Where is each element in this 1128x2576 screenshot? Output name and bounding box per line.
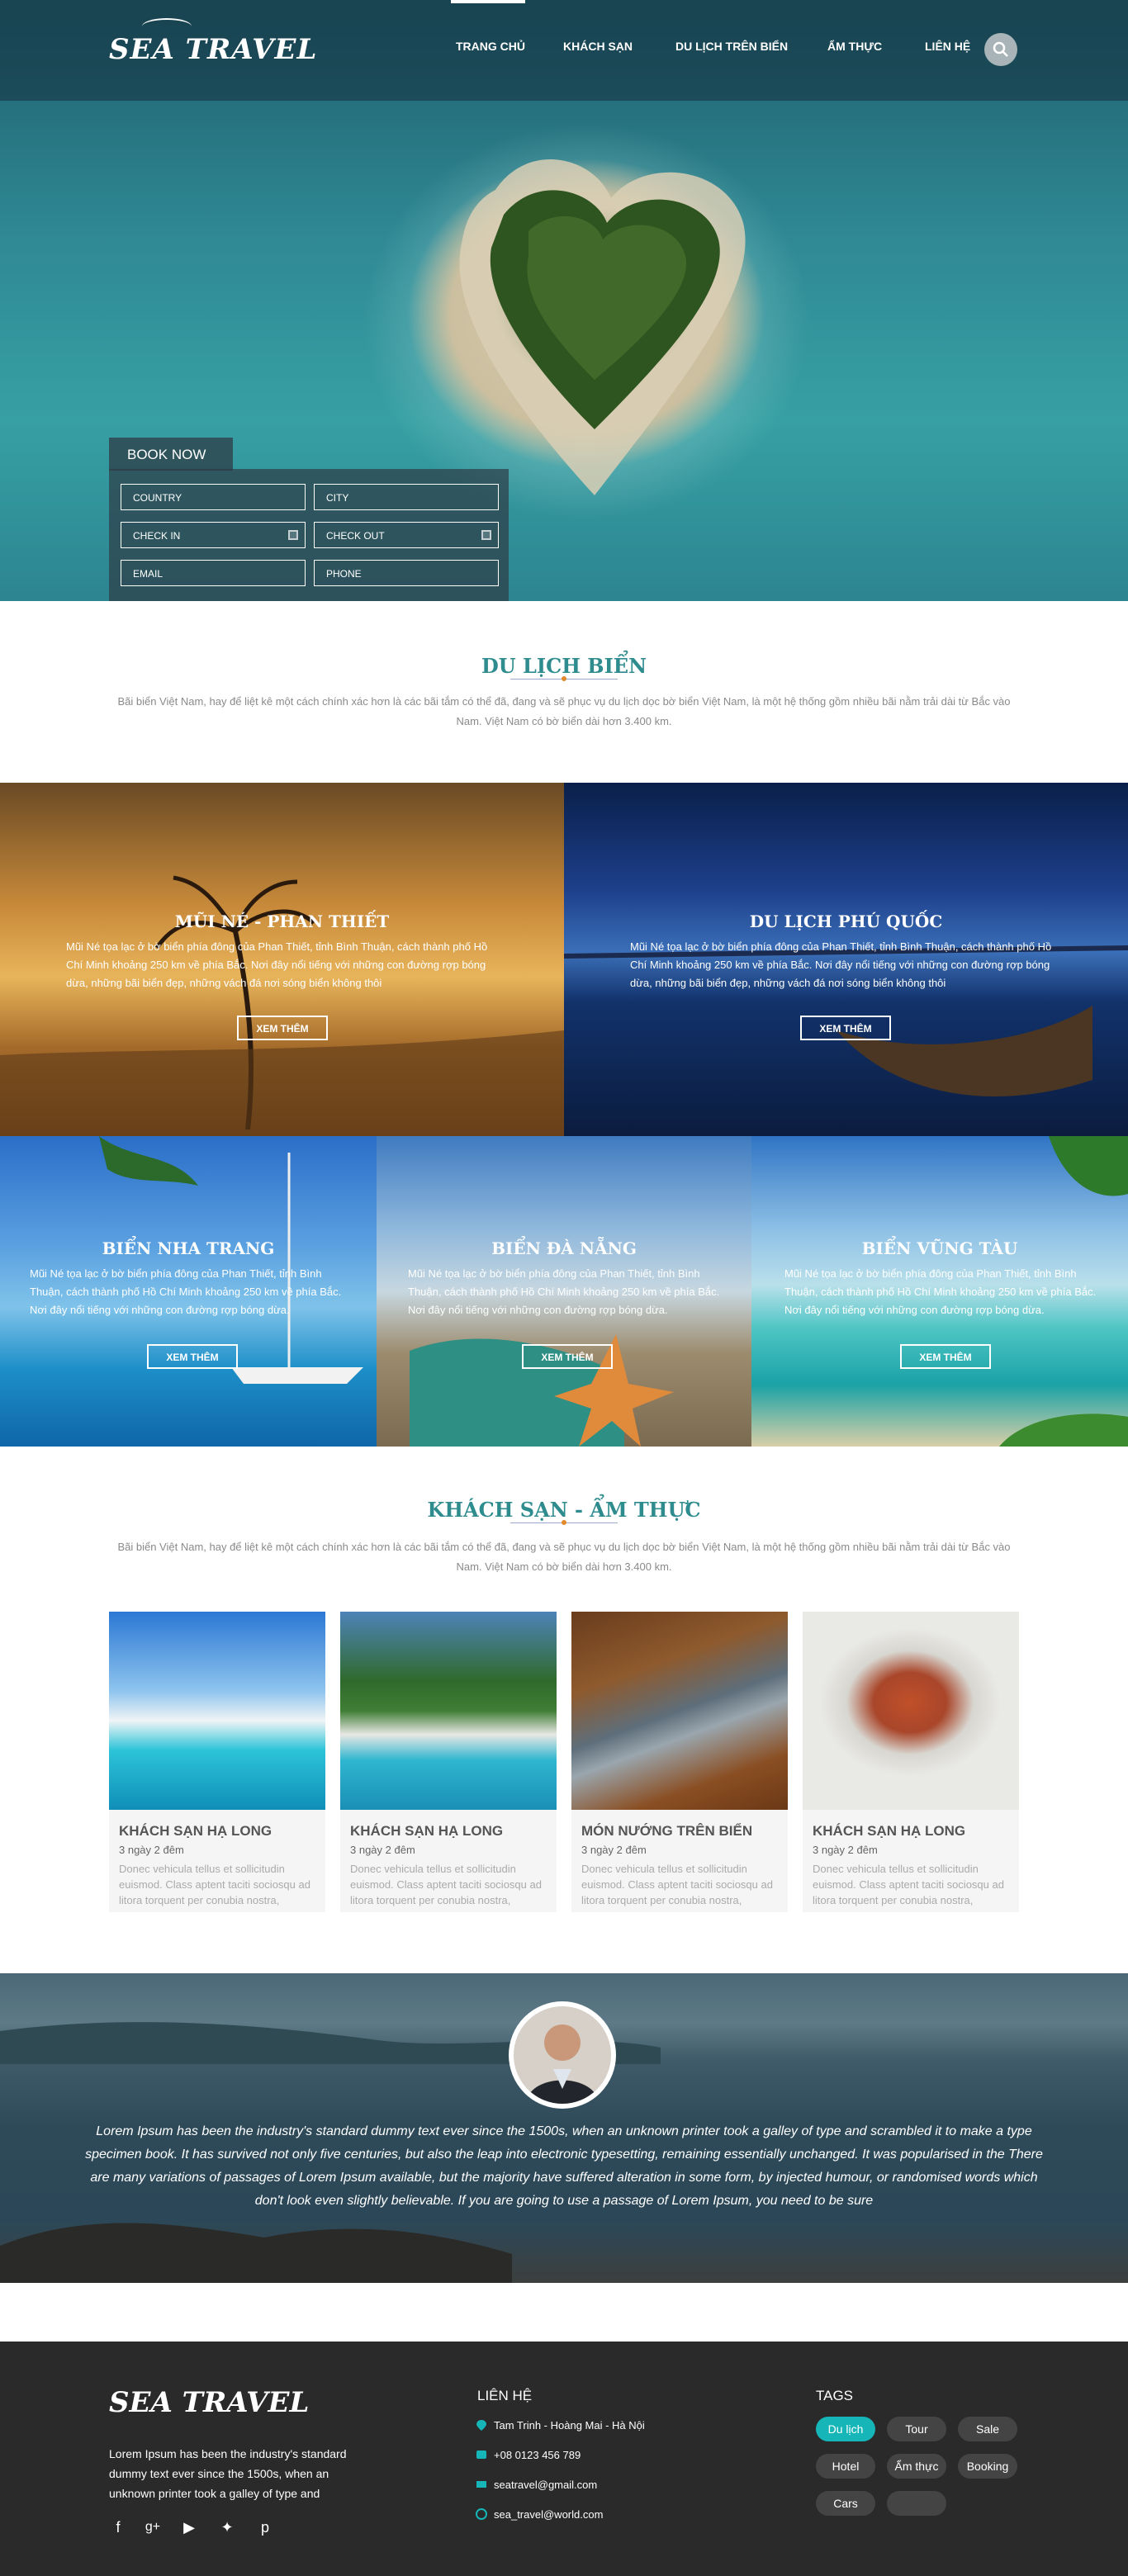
divider-dot — [562, 676, 566, 681]
tag-tour[interactable]: Tour — [887, 2417, 946, 2441]
contact-phone[interactable]: +08 0123 456 789 — [494, 2449, 581, 2461]
nav-item-sea-travel[interactable]: DU LỊCH TRÊN BIỂN — [675, 40, 788, 53]
card-title[interactable]: KHÁCH SẠN HẠ LONG — [813, 1823, 965, 1840]
globe-icon — [476, 2508, 487, 2520]
contact-address: Tam Trinh - Hoàng Mai - Hà Nội — [494, 2419, 645, 2432]
contact-web[interactable]: sea_travel@world.com — [494, 2508, 603, 2521]
hotels-section-desc: Bãi biển Việt Nam, hay để liệt kê một cá… — [117, 1541, 1011, 1573]
phone-field[interactable]: PHONE — [314, 560, 499, 586]
tag-du-lich[interactable]: Du lịch — [816, 2417, 875, 2441]
sea-section-desc: Bãi biển Việt Nam, hay để liệt kê một cá… — [117, 695, 1011, 727]
card-duration: 3 ngày 2 đêm — [813, 1844, 878, 1856]
country-field[interactable]: COUNTRY — [121, 484, 306, 510]
phone-icon — [476, 2451, 486, 2459]
card-text: Donec vehicula tellus et sollicitudin eu… — [350, 1863, 542, 1906]
person-photo — [525, 2024, 600, 2104]
tag-booking[interactable]: Booking — [958, 2454, 1017, 2479]
calendar-icon[interactable] — [288, 530, 298, 540]
youtube-icon[interactable]: ▶ — [180, 2518, 198, 2536]
search-button[interactable] — [984, 33, 1017, 66]
destination-title: MŨI NÉ - PHAN THIẾT — [174, 912, 390, 931]
destination-desc: Mũi Né tọa lạc ở bờ biển phía đông của P… — [66, 940, 488, 989]
destination-desc: Mũi Né tọa lạc ở bờ biển phía đông của P… — [784, 1267, 1097, 1316]
location-icon — [476, 2420, 486, 2431]
site-logo[interactable]: SEA TRAVEL — [109, 18, 317, 66]
check-in-field[interactable]: CHECK IN — [121, 522, 306, 548]
twitter-icon[interactable]: ✦ — [218, 2518, 236, 2536]
tag-empty[interactable] — [887, 2491, 946, 2516]
resort-pool-image — [340, 1612, 557, 1810]
seafood-card[interactable]: KHÁCH SẠN HẠ LONG 3 ngày 2 đêm Donec veh… — [803, 1612, 1019, 1912]
check-out-label: CHECK OUT — [326, 530, 385, 542]
testimonial-quote: Lorem Ipsum has been the industry's stan… — [85, 2124, 1043, 2208]
card-text: Donec vehicula tellus et sollicitudin eu… — [581, 1863, 773, 1906]
hotel-pool-image — [109, 1612, 325, 1810]
contact-heading: LIÊN HỆ — [477, 2388, 533, 2403]
hotel-card[interactable]: KHÁCH SẠN HẠ LONG 3 ngày 2 đêm Donec veh… — [340, 1612, 557, 1912]
card-text: Donec vehicula tellus et sollicitudin eu… — [813, 1863, 1004, 1906]
read-more-button[interactable]: XEM THÊM — [900, 1344, 991, 1369]
read-more-button[interactable]: XEM THÊM — [800, 1016, 891, 1040]
destination-title: BIỂN VŨNG TÀU — [861, 1238, 1018, 1258]
card-title[interactable]: KHÁCH SẠN HẠ LONG — [350, 1823, 503, 1840]
destination-desc: Mũi Né tọa lạc ở bờ biển phía đông của P… — [30, 1267, 342, 1316]
card-duration: 3 ngày 2 đêm — [119, 1844, 184, 1856]
nav-item-home[interactable]: TRANG CHỦ — [456, 40, 525, 53]
sea-section-title: DU LỊCH BIỂN — [481, 654, 647, 678]
check-out-field[interactable]: CHECK OUT — [314, 522, 499, 548]
tag-am-thuc[interactable]: Ẩm thực — [887, 2454, 946, 2479]
destination-title: BIỂN NHA TRANG — [102, 1238, 275, 1258]
search-icon — [993, 41, 1008, 57]
tag-hotel[interactable]: Hotel — [816, 2454, 875, 2479]
destination-desc: Mũi Né tọa lạc ở bờ biển phía đông của P… — [630, 940, 1052, 989]
nav-item-hotels[interactable]: KHÁCH SẠN — [563, 40, 633, 53]
destination-title: DU LỊCH PHÚ QUỐC — [749, 912, 943, 931]
tag-sale[interactable]: Sale — [958, 2417, 1017, 2441]
grilled-fish-image — [571, 1612, 788, 1810]
read-more-button[interactable]: XEM THÊM — [237, 1016, 328, 1040]
destination-title: BIỂN ĐÀ NẴNG — [491, 1238, 637, 1258]
food-card[interactable]: MÓN NƯỚNG TRÊN BIỂN 3 ngày 2 đêm Donec v… — [571, 1612, 788, 1912]
card-title[interactable]: KHÁCH SẠN HẠ LONG — [119, 1823, 272, 1840]
card-duration: 3 ngày 2 đêm — [581, 1844, 647, 1856]
card-duration: 3 ngày 2 đêm — [350, 1844, 415, 1856]
pinterest-icon[interactable]: p — [256, 2518, 274, 2536]
tags-heading: TAGS — [816, 2388, 854, 2403]
destination-card-da-nang[interactable]: BIỂN ĐÀ NẴNG Mũi Né tọa lạc ở bờ biển ph… — [377, 1136, 751, 1447]
hotels-section-title: KHÁCH SẠN - ẨM THỰC — [427, 1498, 701, 1522]
facebook-icon[interactable]: f — [109, 2518, 127, 2536]
nav-item-food[interactable]: ẨM THỰC — [827, 40, 882, 53]
divider-dot — [562, 1520, 566, 1525]
destination-card-nha-trang[interactable]: BIỂN NHA TRANG Mũi Né tọa lạc ở bờ biển … — [0, 1136, 377, 1447]
check-in-label: CHECK IN — [133, 530, 181, 542]
read-more-button[interactable]: XEM THÊM — [147, 1344, 238, 1369]
google-plus-icon[interactable]: g+ — [144, 2518, 162, 2536]
destination-card-phu-quoc[interactable]: DU LỊCH PHÚ QUỐC Mũi Né tọa lạc ở bờ biể… — [564, 783, 1128, 1136]
read-more-button[interactable]: XEM THÊM — [522, 1344, 613, 1369]
seafood-platter-image — [803, 1612, 1019, 1810]
destination-card-mui-ne[interactable]: MŨI NÉ - PHAN THIẾT Mũi Né tọa lạc ở bờ … — [0, 783, 564, 1136]
nav-item-contact[interactable]: LIÊN HỆ — [925, 40, 970, 53]
footer-logo[interactable]: SEA TRAVEL — [109, 2386, 309, 2419]
footer-about: Lorem Ipsum has been the industry's stan… — [109, 2447, 347, 2500]
destination-card-vung-tau[interactable]: BIỂN VŨNG TÀU Mũi Né tọa lạc ở bờ biển p… — [751, 1136, 1128, 1447]
calendar-icon[interactable] — [481, 530, 491, 540]
email-icon — [476, 2481, 486, 2488]
contact-email[interactable]: seatravel@gmail.com — [494, 2479, 597, 2491]
card-title[interactable]: MÓN NƯỚNG TRÊN BIỂN — [581, 1823, 752, 1840]
hotel-card[interactable]: KHÁCH SẠN HẠ LONG 3 ngày 2 đêm Donec veh… — [109, 1612, 325, 1912]
testimonial-avatar — [509, 2001, 616, 2109]
destination-desc: Mũi Né tọa lạc ở bờ biển phía đông của P… — [408, 1267, 720, 1316]
book-now-tab[interactable]: BOOK NOW — [109, 438, 233, 471]
city-field[interactable]: CITY — [314, 484, 499, 510]
email-field[interactable]: EMAIL — [121, 560, 306, 586]
nav-active-indicator — [451, 0, 525, 3]
tag-cars[interactable]: Cars — [816, 2491, 875, 2516]
card-text: Donec vehicula tellus et sollicitudin eu… — [119, 1863, 310, 1906]
